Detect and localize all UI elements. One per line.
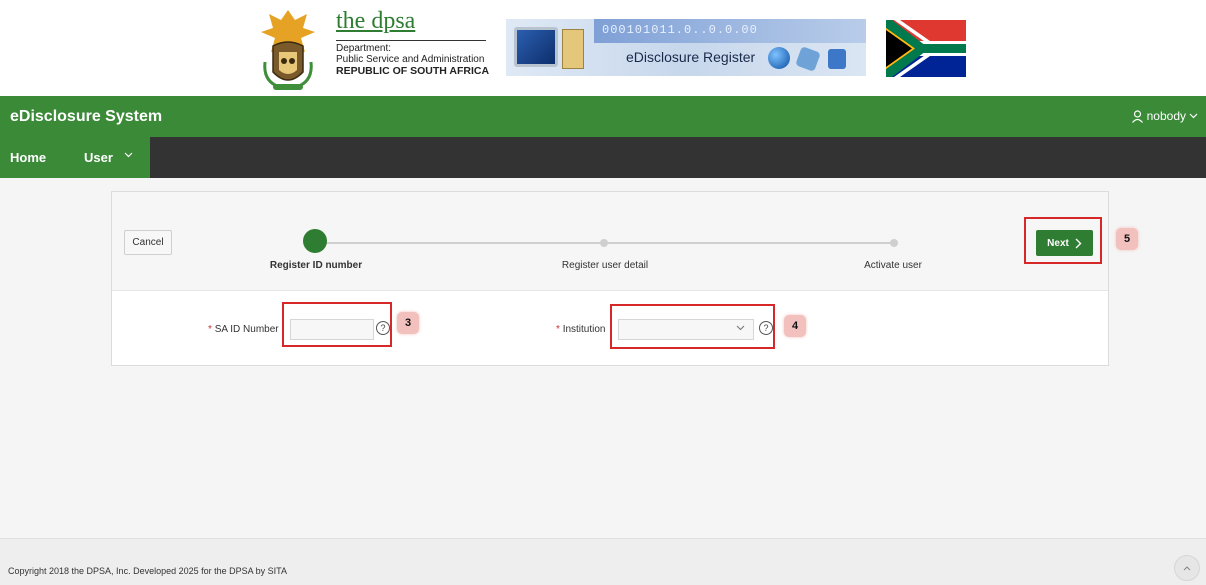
chevron-up-icon xyxy=(1183,565,1191,570)
annotation-badge: 3 xyxy=(397,312,419,334)
coat-of-arms-icon xyxy=(261,10,315,90)
nav-item-user[interactable]: User xyxy=(70,137,150,178)
institution-label-text: Institution xyxy=(562,324,606,335)
cancel-button[interactable]: Cancel xyxy=(124,230,172,255)
nav-item-label: Home xyxy=(10,150,47,165)
step-indicator-active xyxy=(303,229,327,253)
user-name: nobody xyxy=(1146,109,1186,123)
sa-id-label: * SA ID Number xyxy=(208,324,279,335)
scroll-to-top-button[interactable] xyxy=(1174,555,1200,581)
page-footer: Copyright 2018 the DPSA, Inc. Developed … xyxy=(0,538,1206,585)
user-menu[interactable]: nobody xyxy=(1131,109,1198,123)
required-marker: * xyxy=(556,324,560,335)
wizard-header: Cancel Register ID number Register user … xyxy=(112,192,1108,291)
annotation-highlight-box xyxy=(1024,217,1102,264)
org-title: the dpsa xyxy=(336,8,416,34)
book-icon xyxy=(562,29,584,69)
app-header: eDisclosure System nobody xyxy=(0,96,1206,137)
main-nav: Home User xyxy=(0,137,1206,178)
globe-icon xyxy=(768,47,790,69)
org-line-department: Department: xyxy=(336,43,392,54)
annotation-badge: 4 xyxy=(784,315,806,337)
tools-icon xyxy=(795,46,821,72)
nav-item-home[interactable]: Home xyxy=(0,137,70,178)
app-title: eDisclosure System xyxy=(10,108,163,125)
annotation-highlight-box xyxy=(282,302,392,347)
step-label-register-user-detail: Register user detail xyxy=(561,260,649,271)
person-icon xyxy=(1131,109,1143,123)
chevron-down-icon xyxy=(1189,113,1198,119)
progress-track xyxy=(320,242,604,244)
register-banner-title: eDisclosure Register xyxy=(626,49,756,65)
step-label-activate-user: Activate user xyxy=(864,260,922,271)
chevron-down-icon xyxy=(124,152,133,158)
annotation-badge: 5 xyxy=(1116,228,1138,250)
register-banner-image: 000101011.0..0.0.00 eDisclosure Register xyxy=(506,19,866,76)
required-marker: * xyxy=(208,324,212,335)
nav-item-label: User xyxy=(84,150,113,165)
phone-icon xyxy=(828,49,846,69)
copyright-text: Copyright 2018 the DPSA, Inc. Developed … xyxy=(8,566,287,576)
annotation-highlight-box xyxy=(610,304,775,349)
step-label-register-id: Register ID number xyxy=(269,260,363,271)
institution-label: * Institution xyxy=(556,324,606,335)
step-indicator xyxy=(600,239,608,247)
org-line-country: REPUBLIC OF SOUTH AFRICA xyxy=(336,65,490,77)
banner-binary-text: 000101011.0..0.0.00 xyxy=(602,23,758,37)
progress-track xyxy=(604,242,894,244)
south-africa-flag-icon xyxy=(886,20,966,77)
divider xyxy=(336,40,486,41)
header-banner: the dpsa Department: Public Service and … xyxy=(0,0,1206,96)
org-line-name: Public Service and Administration xyxy=(336,54,485,65)
computer-icon xyxy=(514,27,558,67)
sa-id-label-text: SA ID Number xyxy=(214,324,279,335)
step-indicator xyxy=(890,239,898,247)
